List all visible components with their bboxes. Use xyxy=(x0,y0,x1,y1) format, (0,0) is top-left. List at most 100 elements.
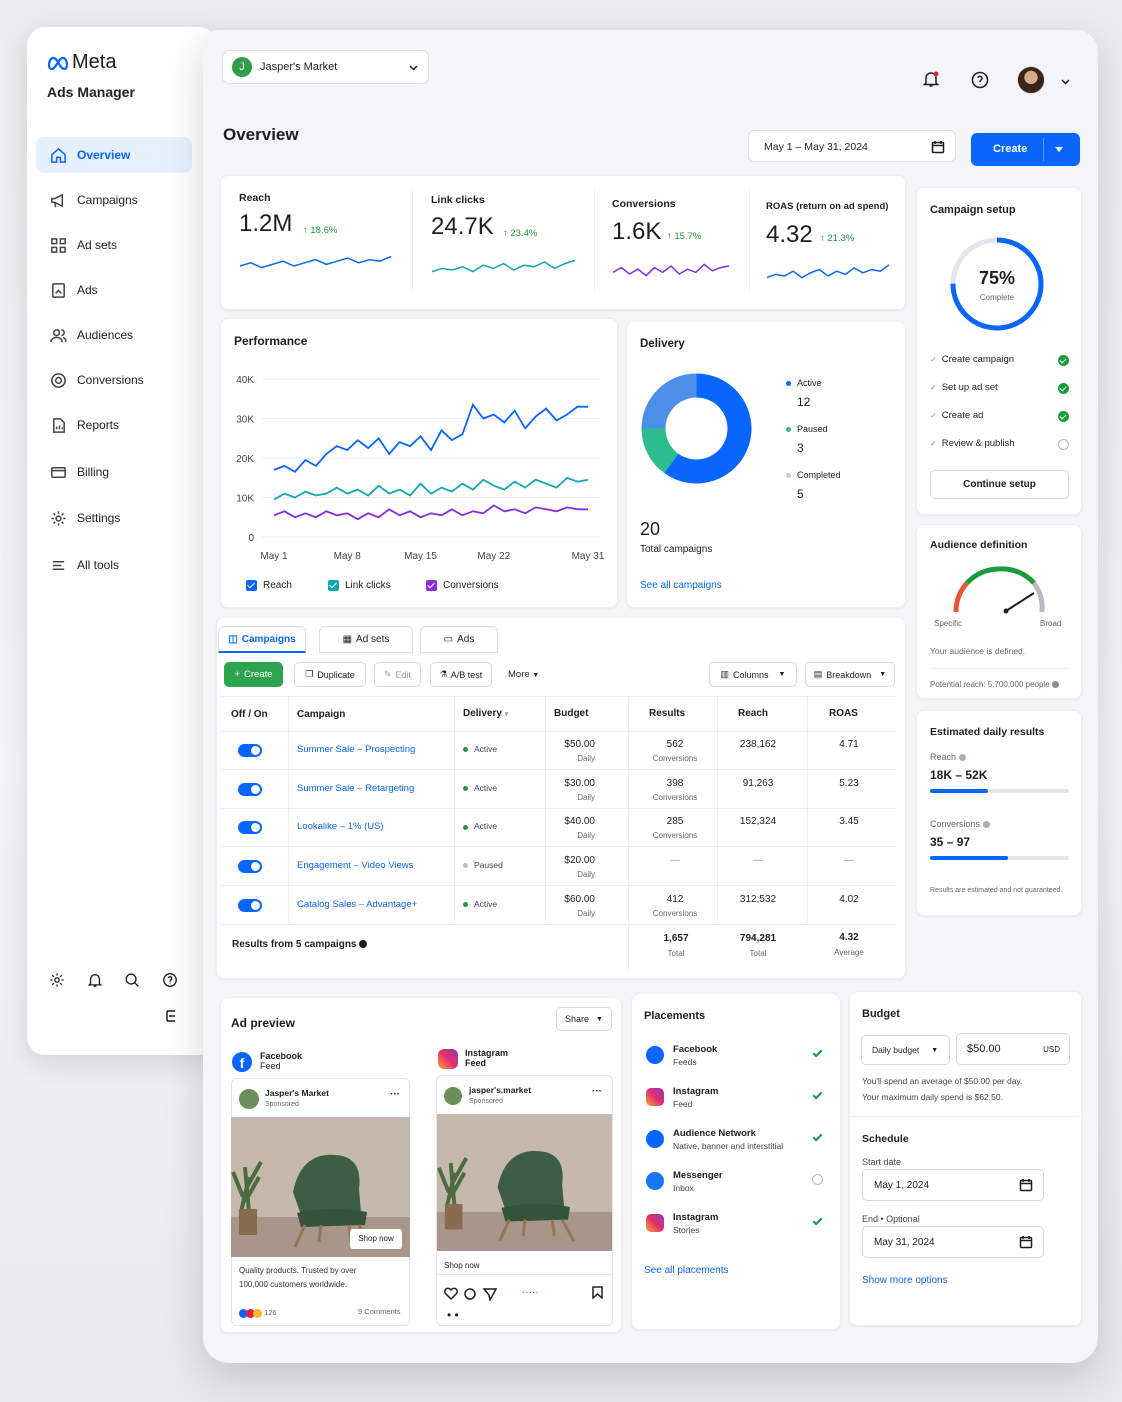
help-icon[interactable] xyxy=(162,972,178,988)
info-icon[interactable] xyxy=(1051,681,1059,689)
columns-button[interactable]: ▥ Columns ▼ xyxy=(709,662,797,687)
bell-icon[interactable] xyxy=(87,972,103,988)
ab-test-button[interactable]: ⚗ A/B test xyxy=(430,662,492,687)
tab-campaigns[interactable]: ◫ Campaigns xyxy=(218,626,306,653)
placement-name: Instagram xyxy=(673,1212,719,1223)
kpi-value: 1.2M xyxy=(239,210,293,237)
budget-type-select[interactable]: Daily budget ▼ xyxy=(861,1035,950,1065)
legend-link-clicks[interactable]: Link clicks xyxy=(328,580,391,591)
breakdown-button[interactable]: ▤ Breakdown ▼ xyxy=(805,662,895,687)
bookmark-icon[interactable] xyxy=(592,1286,603,1299)
legend-label: Active xyxy=(797,378,822,388)
col-header-reach[interactable]: Reach xyxy=(738,708,768,719)
calendar-icon xyxy=(1019,1236,1033,1249)
campaign-toggle[interactable] xyxy=(238,898,262,912)
user-avatar[interactable] xyxy=(1017,66,1045,94)
col-header-results[interactable]: Results xyxy=(649,708,685,719)
col-header-on-off[interactable]: Off / On xyxy=(231,709,268,720)
gear-icon[interactable] xyxy=(49,972,65,988)
empty-circle-icon[interactable] xyxy=(812,1174,823,1185)
fb-shop-now-button[interactable]: Shop now xyxy=(350,1229,402,1249)
budget-amount-input[interactable]: $50.00 USD xyxy=(956,1033,1070,1065)
tab-ads[interactable]: ▭ Ads xyxy=(420,626,498,653)
ig-action-icons[interactable] xyxy=(444,1287,504,1301)
col-header-delivery[interactable]: Delivery ▾ xyxy=(463,708,508,719)
amount-value: $50.00 xyxy=(967,1043,1001,1055)
results-sub: Conversions xyxy=(652,792,698,802)
nav-reports[interactable]: Reports xyxy=(36,407,192,443)
roas-value: 5.23 xyxy=(839,777,859,789)
chevron-down-icon[interactable] xyxy=(1061,79,1070,85)
info-icon[interactable] xyxy=(982,821,990,829)
info-icon[interactable] xyxy=(359,940,368,949)
delivery-total-label: Total campaigns xyxy=(640,544,713,555)
nav-audiences[interactable]: Audiences xyxy=(36,317,192,353)
table-create-button[interactable]: + Create xyxy=(224,662,283,687)
setup-step[interactable]: ✓ Create ad xyxy=(930,410,983,421)
check-circle-icon xyxy=(1058,411,1069,422)
nav-billing[interactable]: Billing xyxy=(36,454,192,490)
tab-ad-sets[interactable]: ▦ Ad sets xyxy=(319,626,413,653)
gear-icon xyxy=(51,510,66,526)
ig-cta-bar[interactable]: Shop now xyxy=(437,1251,612,1275)
campaign-toggle[interactable] xyxy=(238,821,262,835)
search-icon[interactable] xyxy=(124,972,140,988)
edit-button[interactable]: ✎ Edit xyxy=(374,662,421,687)
chevron-icon: ✓ xyxy=(930,439,937,448)
col-header-campaign[interactable]: Campaign xyxy=(297,709,345,720)
continue-setup-button[interactable]: Continue setup xyxy=(930,470,1069,499)
nav-overview[interactable]: Overview xyxy=(36,137,192,173)
est-reach-label: Reach xyxy=(930,752,966,762)
campaign-toggle[interactable] xyxy=(238,744,262,757)
collapse-sidebar-icon[interactable] xyxy=(164,1009,178,1023)
placement-sub: Feeds xyxy=(673,1057,697,1067)
nav-settings[interactable]: Settings xyxy=(36,500,192,536)
campaign-name-link[interactable]: Engagement – Video Views xyxy=(297,860,413,871)
nav-ads[interactable]: Ads xyxy=(36,272,192,308)
nav-ad-sets[interactable]: Ad sets xyxy=(36,227,192,263)
info-icon[interactable] xyxy=(958,754,966,762)
audience-title: Audience definition xyxy=(930,539,1028,551)
col-header-budget[interactable]: Budget xyxy=(554,708,588,719)
step-label: Review & publish xyxy=(941,438,1015,449)
meta-logo[interactable]: Meta xyxy=(47,51,116,74)
platform-name: Facebook xyxy=(260,1051,303,1061)
kpi-change: ↑ 23.4% xyxy=(503,228,537,239)
more-options-icon[interactable]: ··· xyxy=(390,1089,400,1100)
campaign-toggle[interactable] xyxy=(238,860,262,874)
see-all-campaigns-link[interactable]: See all campaigns xyxy=(640,580,722,591)
nav-all-tools[interactable]: All tools xyxy=(36,547,192,583)
end-date-input[interactable]: May 31, 2024 xyxy=(862,1226,1044,1258)
duplicate-button[interactable]: ❐ Duplicate xyxy=(294,662,366,687)
report-icon xyxy=(53,417,65,433)
start-date-input[interactable]: May 1, 2024 xyxy=(862,1169,1044,1201)
notifications-bell-icon[interactable] xyxy=(922,70,940,88)
create-button[interactable]: Create xyxy=(971,133,1080,166)
see-all-placements-link[interactable]: See all placements xyxy=(644,1265,729,1276)
more-options-icon[interactable]: ··· xyxy=(592,1086,602,1097)
divider xyxy=(850,1116,1081,1117)
account-selector[interactable]: J Jasper's Market xyxy=(222,50,429,84)
roas-value: 3.45 xyxy=(839,816,859,828)
campaign-name-link[interactable]: Lookalike – 1% (US) xyxy=(297,821,384,832)
empty-circle-icon xyxy=(1058,439,1069,450)
budget-value: $30.00 xyxy=(564,777,595,789)
chevron-down-icon xyxy=(409,65,418,71)
setup-step[interactable]: ✓ Create campaign xyxy=(930,354,1014,365)
campaign-name-link[interactable]: Summer Sale – Retargeting xyxy=(297,783,414,794)
show-more-options-link[interactable]: Show more options xyxy=(862,1275,948,1286)
legend-reach[interactable]: Reach xyxy=(246,580,292,591)
campaign-toggle[interactable] xyxy=(238,782,262,796)
more-dropdown[interactable]: More ▼ xyxy=(508,669,539,680)
legend-conversions[interactable]: Conversions xyxy=(426,580,499,591)
setup-step[interactable]: ✓ Review & publish xyxy=(930,438,1015,449)
col-header-roas[interactable]: ROAS xyxy=(829,708,858,719)
nav-conversions[interactable]: Conversions xyxy=(36,362,192,398)
date-range-picker[interactable]: May 1 – May 31, 2024 xyxy=(748,130,956,162)
campaign-name-link[interactable]: Catalog Sales – Advantage+ xyxy=(297,899,417,910)
help-icon[interactable] xyxy=(971,71,989,89)
share-button[interactable]: Share ▼ xyxy=(556,1007,612,1031)
campaign-name-link[interactable]: Summer Sale – Prospecting xyxy=(297,744,415,755)
nav-campaigns[interactable]: Campaigns xyxy=(36,182,192,218)
setup-step[interactable]: ✓ Set up ad set xyxy=(930,382,998,393)
